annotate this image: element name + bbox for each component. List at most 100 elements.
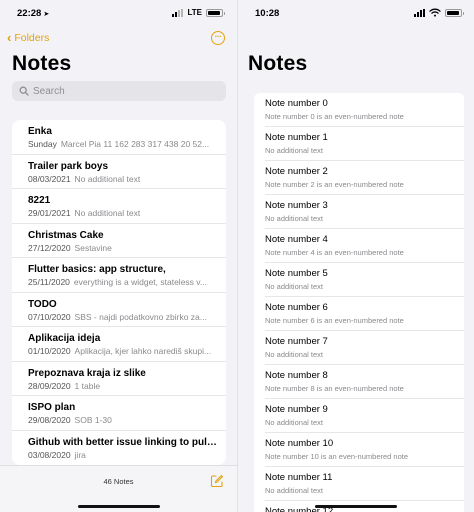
search-bar[interactable] — [12, 81, 226, 101]
note-preview: SOB 1-30 — [74, 415, 112, 425]
note-preview: No additional text — [74, 173, 141, 184]
note-list-item[interactable]: Note number 7 No additional text — [254, 331, 464, 365]
note-date: 28/09/2020 — [28, 380, 71, 391]
note-subtitle: 25/11/2020 everything is a widget, statel… — [28, 277, 220, 287]
note-list-item[interactable]: Note number 4 Note number 4 is an even-nu… — [254, 229, 464, 263]
note-list-item[interactable]: Note number 6 Note number 6 is an even-nu… — [254, 297, 464, 331]
note-title: Note number 6 — [265, 302, 328, 313]
note-subtitle: Note number 2 is an even-numbered note — [265, 180, 404, 189]
note-preview: SBS - najdi podatkovno zbirko za... — [74, 311, 207, 322]
note-list-item[interactable]: Note number 8 Note number 8 is an even-nu… — [254, 365, 464, 399]
note-title: Note number 7 — [265, 336, 328, 347]
note-title: Note number 11 — [265, 472, 333, 483]
note-subtitle: Note number 8 is an even-numbered note — [265, 384, 404, 393]
note-title: Note number 1 — [265, 132, 328, 143]
note-subtitle: 08/03/2021 No additional text — [28, 174, 220, 184]
note-subtitle: Note number 0 is an even-numbered note — [265, 112, 404, 121]
note-subtitle: No additional text — [265, 418, 323, 427]
compose-icon[interactable] — [210, 474, 224, 488]
note-list-item[interactable]: Note number 9 No additional text — [254, 399, 464, 433]
home-indicator[interactable] — [315, 505, 397, 508]
note-subtitle: 29/08/2020 SOB 1-30 — [28, 415, 220, 425]
status-indicators: LTE — [172, 8, 225, 17]
note-list-item[interactable]: Note number 11 No additional text — [254, 467, 464, 501]
note-preview: everything is a widget, stateless v... — [73, 277, 207, 287]
note-list-item[interactable]: ISPO plan 29/08/2020 SOB 1-30 — [12, 396, 226, 431]
back-button-label: Folders — [14, 31, 50, 44]
apple-notes-screen: 22:28➤ LTE ‹ Folders ··· Notes Enka Sunda… — [0, 0, 237, 512]
battery-icon — [445, 8, 464, 17]
note-list-item[interactable]: Github with better issue linking to pull… — [12, 431, 226, 466]
note-subtitle: Note number 4 is an even-numbered note — [265, 248, 404, 257]
note-date: 07/10/2020 — [28, 311, 71, 322]
status-time: 22:28 ➤ — [17, 8, 49, 19]
note-date: 25/11/2020 — [28, 277, 70, 287]
location-arrow-icon: ➤ — [43, 11, 50, 18]
note-date: 08/03/2021 — [28, 173, 71, 184]
notes-list: Note number 0 Note number 0 is an even-nu… — [254, 93, 464, 512]
note-title: ISPO plan — [28, 402, 76, 413]
status-time-text: 22:28 — [17, 8, 42, 19]
battery-icon — [206, 8, 225, 17]
note-subtitle: 29/01/2021 No additional text — [28, 208, 220, 218]
note-list-item[interactable]: Note number 1 No additional text — [254, 127, 464, 161]
note-subtitle: 01/10/2020 Aplikacija, kjer lahko narediš… — [28, 346, 220, 356]
note-list-item[interactable]: 8221 29/01/2021 No additional text — [12, 189, 226, 224]
note-title: 8221 — [28, 195, 51, 206]
note-list-item[interactable]: Note number 10 Note number 10 is an even-… — [254, 433, 464, 467]
note-list-item[interactable]: Christmas Cake 27/12/2020 Sestavine — [12, 224, 226, 258]
note-title: Flutter basics: app structure, — [28, 264, 166, 275]
note-title: Note number 10 — [265, 438, 334, 449]
note-subtitle: No additional text — [265, 146, 323, 155]
note-preview: Marcel Pia 11 162 283 317 438 20 52... — [60, 139, 210, 149]
note-title: Note number 3 — [265, 200, 328, 211]
note-title: Note number 9 — [265, 404, 328, 415]
note-title: Note number 8 — [265, 370, 328, 381]
note-title: Note number 5 — [265, 268, 328, 279]
note-preview: Aplikacija, kjer lahko narediš skupi... — [74, 346, 212, 356]
note-date: 29/08/2020 — [28, 415, 71, 425]
note-list-item[interactable]: Prepoznava kraja iz slike 28/09/2020 1 tab… — [12, 362, 226, 396]
notes-list: Enka Sunday Marcel Pia 11 162 283 317 438 … — [12, 120, 226, 465]
ellipsis-circle-icon: ··· — [214, 32, 222, 41]
status-bar: 22:28 ➤ LTE — [0, 0, 237, 24]
note-list-item[interactable]: Enka Sunday Marcel Pia 11 162 283 317 438 … — [12, 120, 226, 155]
network-type: LTE — [187, 8, 202, 17]
note-list-item[interactable]: Note number 2 Note number 2 is an even-nu… — [254, 161, 464, 195]
note-title: Aplikacija ideja — [28, 333, 101, 344]
note-subtitle: No additional text — [265, 486, 323, 495]
note-subtitle: No additional text — [265, 282, 323, 291]
note-list-item[interactable]: Note number 5 No additional text — [254, 263, 464, 297]
note-list-item[interactable]: TODO 07/10/2020 SBS - najdi podatkovno zbi… — [12, 293, 226, 327]
note-list-item[interactable]: Aplikacija ideja 01/10/2020 Aplikacija, kj… — [12, 327, 226, 362]
note-title: Github with better issue linking to pull… — [28, 436, 218, 448]
note-title: Note number 4 — [265, 234, 328, 245]
search-input[interactable] — [33, 85, 213, 97]
wifi-icon — [429, 8, 441, 17]
note-title: Note number 2 — [265, 166, 328, 177]
note-title: Enka — [28, 126, 52, 137]
note-title: Christmas Cake — [28, 229, 104, 241]
note-subtitle: No additional text — [265, 350, 323, 359]
note-count: 46 Notes — [103, 477, 134, 486]
note-title: Note number 0 — [265, 98, 328, 109]
signal-icon — [414, 8, 425, 17]
note-subtitle: 07/10/2020 SBS - najdi podatkovno zbirko … — [28, 312, 220, 322]
note-title: TODO — [28, 298, 57, 310]
note-list-item[interactable]: Note number 0 Note number 0 is an even-nu… — [254, 93, 464, 127]
note-list-item[interactable]: Trailer park boys 08/03/2021 No additional… — [12, 155, 226, 189]
note-preview: Sestavine — [74, 242, 112, 253]
note-list-item[interactable]: Flutter basics: app structure, 25/11/2020… — [12, 258, 226, 293]
magnifier-icon — [19, 86, 29, 96]
note-date: 01/10/2020 — [28, 346, 71, 356]
chevron-left-icon: ‹ — [7, 30, 12, 45]
status-bar: 10:28 — [238, 0, 474, 24]
note-subtitle: 03/08/2020 jira — [28, 450, 220, 460]
status-indicators — [414, 8, 464, 17]
note-date: Sunday — [28, 139, 57, 149]
note-date: 27/12/2020 — [28, 242, 71, 253]
back-to-folders-button[interactable]: ‹ Folders — [7, 31, 49, 44]
note-list-item[interactable]: Note number 3 No additional text — [254, 195, 464, 229]
more-options-button[interactable]: ··· — [211, 31, 225, 45]
home-indicator[interactable] — [77, 505, 160, 508]
